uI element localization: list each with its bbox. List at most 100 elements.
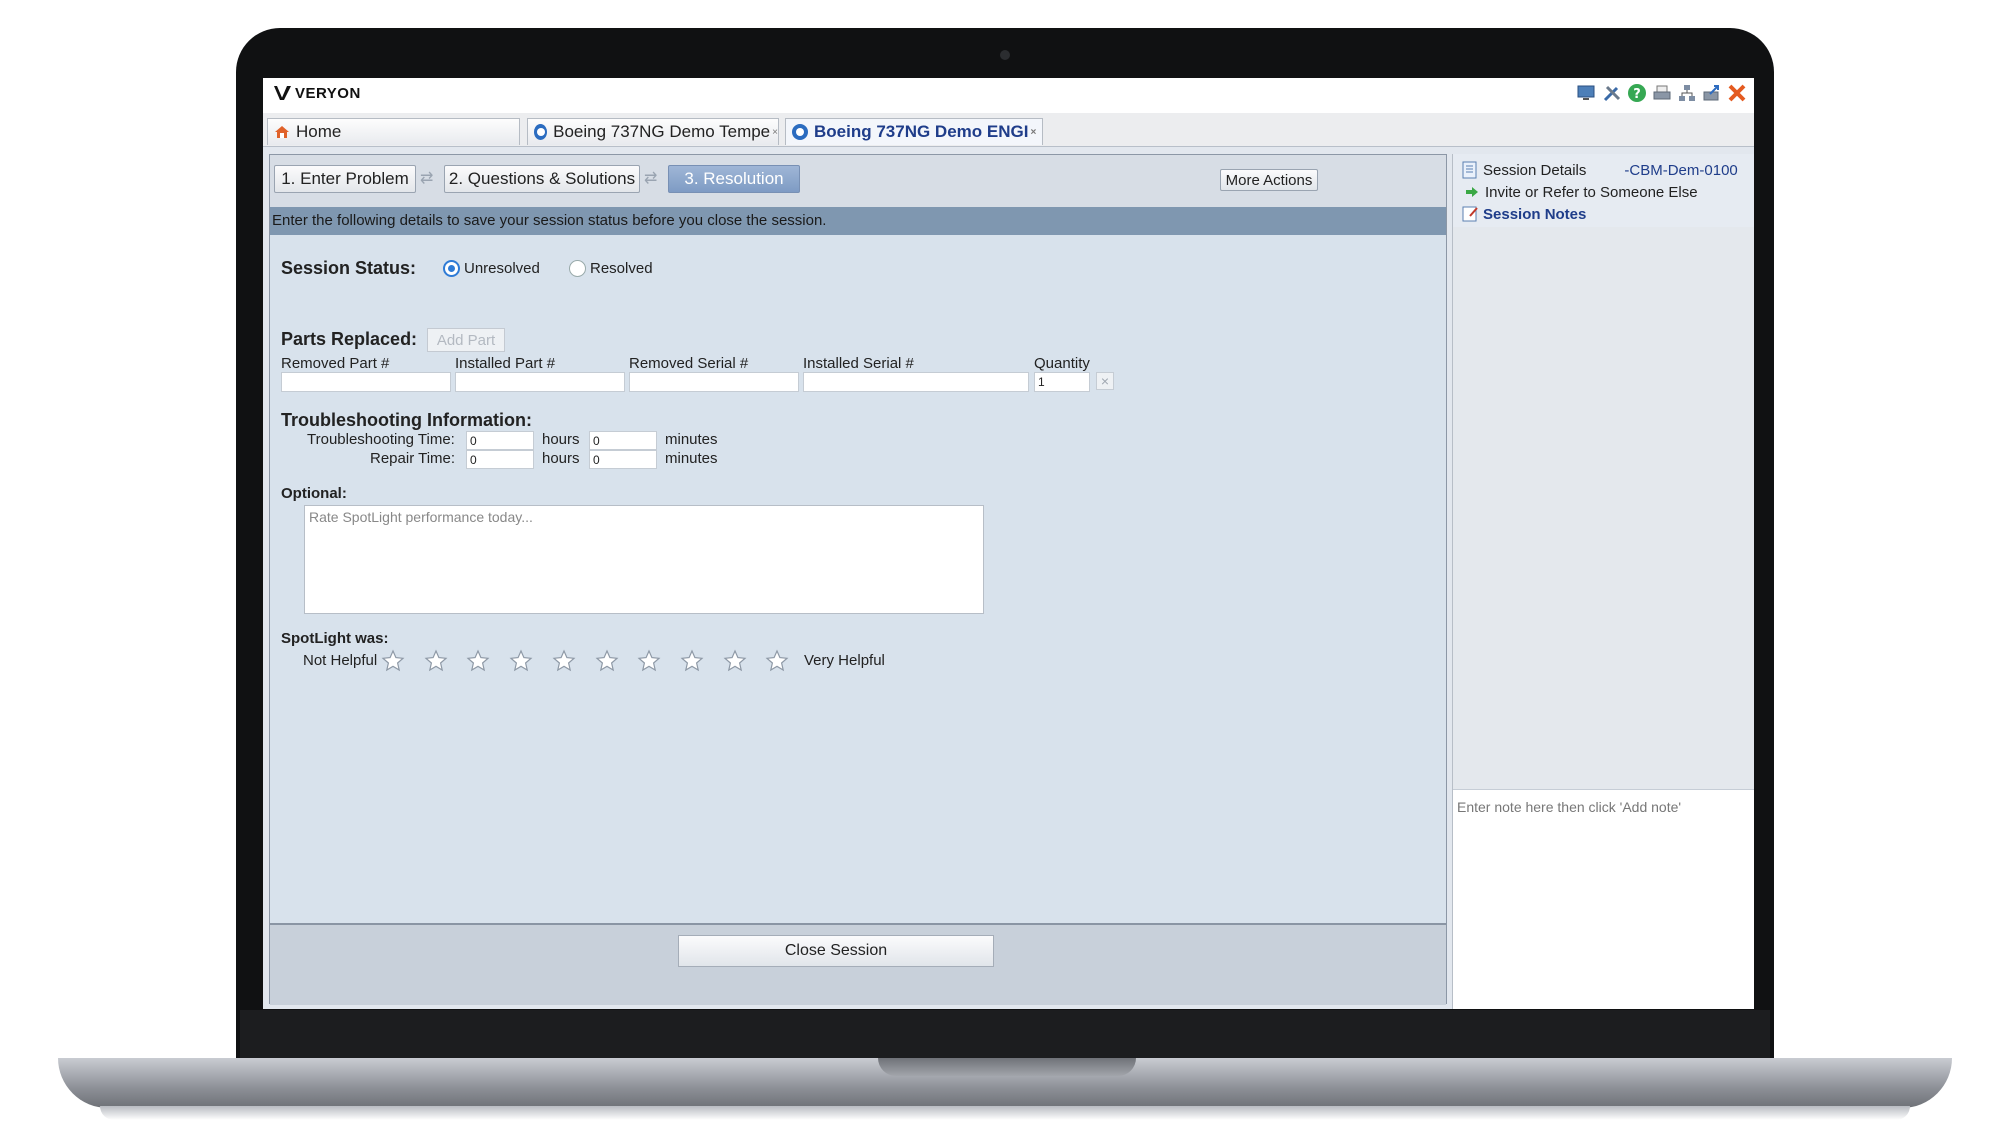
tab-close-icon[interactable]: × bbox=[1030, 127, 1036, 138]
star-rating-icon[interactable] bbox=[765, 649, 789, 673]
star-rating-icon[interactable] bbox=[637, 649, 661, 673]
star-rating-icon[interactable] bbox=[680, 649, 704, 673]
session-notes-label: Session Notes bbox=[1483, 205, 1587, 223]
installed-part-header: Installed Part # bbox=[455, 355, 556, 372]
svg-text:?: ? bbox=[1633, 87, 1641, 102]
removed-part-input[interactable] bbox=[281, 372, 451, 392]
step-arrow-icon: ⇄ bbox=[644, 170, 658, 187]
tab-session-tempe[interactable]: Boeing 737NG Demo Tempe × bbox=[527, 118, 779, 145]
laptop-shadow bbox=[100, 1106, 1910, 1120]
note-input[interactable]: Enter note here then click 'Add note' bbox=[1457, 799, 1681, 815]
invite-row[interactable]: Invite or Refer to Someone Else bbox=[1453, 180, 1754, 204]
invite-label: Invite or Refer to Someone Else bbox=[1485, 183, 1698, 201]
feedback-textarea[interactable]: Rate SpotLight performance today... bbox=[304, 505, 984, 614]
installed-part-input[interactable] bbox=[455, 372, 625, 392]
print-icon[interactable] bbox=[1651, 82, 1673, 104]
star-rating-icon[interactable] bbox=[723, 649, 747, 673]
network-icon[interactable] bbox=[1676, 82, 1698, 104]
very-helpful-label: Very Helpful bbox=[804, 652, 885, 669]
step-arrow-icon: ⇄ bbox=[420, 170, 434, 187]
star-rating-icon[interactable] bbox=[595, 649, 619, 673]
quantity-input[interactable]: 1 bbox=[1034, 372, 1090, 392]
tab-session-engine[interactable]: Boeing 737NG Demo ENGI × bbox=[785, 118, 1043, 145]
spotlight-rating-label: SpotLight was: bbox=[281, 630, 389, 647]
laptop-chin bbox=[240, 1010, 1770, 1060]
step-enter-problem[interactable]: 1. Enter Problem bbox=[274, 165, 416, 193]
session-icon bbox=[534, 124, 548, 140]
close-session-button[interactable]: Close Session bbox=[678, 935, 994, 967]
tools-icon[interactable] bbox=[1601, 82, 1623, 104]
star-rating-icon[interactable] bbox=[509, 649, 533, 673]
home-icon bbox=[275, 126, 289, 138]
tab-session-tempe-label: Boeing 737NG Demo Tempe bbox=[553, 122, 771, 141]
app-header: VERYON ? bbox=[263, 78, 1754, 113]
more-actions-button[interactable]: More Actions bbox=[1220, 169, 1318, 191]
session-details-label: Session Details bbox=[1483, 161, 1587, 179]
tab-close-icon[interactable]: × bbox=[772, 127, 778, 138]
panel-footer: Close Session bbox=[270, 923, 1446, 1005]
unresolved-radio[interactable] bbox=[443, 260, 460, 277]
close-app-icon[interactable] bbox=[1726, 82, 1748, 104]
tab-bar: Home Boeing 737NG Demo Tempe × Boeing 73… bbox=[263, 113, 1754, 147]
hours-unit-label: hours bbox=[542, 450, 580, 467]
session-id: -CBM-Dem-0100 bbox=[1624, 161, 1738, 179]
star-rating-icon[interactable] bbox=[552, 649, 576, 673]
removed-serial-header: Removed Serial # bbox=[629, 355, 749, 372]
repair-hours-input[interactable]: 0 bbox=[466, 450, 534, 469]
repair-time-label: Repair Time: bbox=[370, 450, 456, 467]
session-details-row[interactable]: Session Details -CBM-Dem-0100 bbox=[1453, 158, 1754, 182]
quantity-header: Quantity bbox=[1034, 355, 1090, 372]
star-rating-icon[interactable] bbox=[466, 649, 490, 673]
monitor-icon[interactable] bbox=[1576, 82, 1598, 104]
session-side-panel: Session Details -CBM-Dem-0100 Invite or … bbox=[1452, 154, 1754, 1009]
step-questions-solutions[interactable]: 2. Questions & Solutions bbox=[444, 165, 640, 193]
troubleshooting-time-label: Troubleshooting Time: bbox=[307, 431, 455, 448]
resolved-label: Resolved bbox=[590, 260, 653, 277]
star-rating-icon[interactable] bbox=[424, 649, 448, 673]
tab-session-engine-label: Boeing 737NG Demo ENGI bbox=[814, 122, 1029, 141]
veryon-logo-icon bbox=[274, 86, 291, 100]
unresolved-label: Unresolved bbox=[464, 260, 540, 277]
star-rating-icon[interactable] bbox=[381, 649, 405, 673]
camera-icon bbox=[1000, 50, 1010, 60]
toolbar: ? bbox=[1576, 82, 1748, 104]
installed-serial-input[interactable] bbox=[803, 372, 1029, 392]
info-message: Enter the following details to save your… bbox=[270, 207, 1446, 235]
notes-list bbox=[1453, 227, 1754, 790]
arrow-right-icon bbox=[1466, 187, 1478, 197]
hours-unit-label: hours bbox=[542, 431, 580, 448]
installed-serial-header: Installed Serial # bbox=[803, 355, 914, 372]
add-part-button[interactable]: Add Part bbox=[427, 328, 505, 352]
removed-part-header: Removed Part # bbox=[281, 355, 390, 372]
resolution-form: Session Status: Unresolved Resolved Part… bbox=[270, 235, 1446, 923]
session-notes-row[interactable]: Session Notes bbox=[1453, 202, 1754, 226]
help-icon[interactable]: ? bbox=[1626, 82, 1648, 104]
step-resolution[interactable]: 3. Resolution bbox=[668, 165, 800, 193]
resolved-radio[interactable] bbox=[569, 260, 586, 277]
notes-icon bbox=[1462, 206, 1478, 222]
parts-replaced-label: Parts Replaced: bbox=[281, 329, 418, 349]
minutes-unit-label: minutes bbox=[665, 431, 718, 448]
troubleshooting-hours-input[interactable]: 0 bbox=[466, 431, 534, 450]
resolution-panel: 1. Enter Problem ⇄ 2. Questions & Soluti… bbox=[269, 154, 1447, 1005]
session-menu: Session Details -CBM-Dem-0100 Invite or … bbox=[1453, 154, 1754, 227]
veryon-logo: VERYON bbox=[273, 84, 361, 102]
laptop-notch bbox=[878, 1058, 1136, 1076]
optional-label: Optional: bbox=[281, 485, 347, 502]
removed-serial-input[interactable] bbox=[629, 372, 799, 392]
export-icon[interactable] bbox=[1701, 82, 1723, 104]
session-icon bbox=[792, 124, 808, 140]
minutes-unit-label: minutes bbox=[665, 450, 718, 467]
logo-text: VERYON bbox=[295, 84, 361, 102]
troubleshooting-minutes-input[interactable]: 0 bbox=[589, 431, 657, 450]
repair-minutes-input[interactable]: 0 bbox=[589, 450, 657, 469]
troubleshooting-label: Troubleshooting Information: bbox=[281, 410, 532, 430]
session-status-label: Session Status: bbox=[281, 258, 417, 278]
not-helpful-label: Not Helpful bbox=[303, 652, 378, 669]
app-screen: VERYON ? Home Boeing 737NG Demo Tempe × … bbox=[263, 78, 1754, 1009]
remove-part-icon[interactable]: × bbox=[1096, 372, 1114, 390]
step-bar: 1. Enter Problem ⇄ 2. Questions & Soluti… bbox=[270, 155, 1446, 207]
tab-home-label: Home bbox=[296, 122, 342, 141]
document-icon bbox=[1462, 161, 1477, 179]
tab-home[interactable]: Home bbox=[267, 118, 520, 145]
